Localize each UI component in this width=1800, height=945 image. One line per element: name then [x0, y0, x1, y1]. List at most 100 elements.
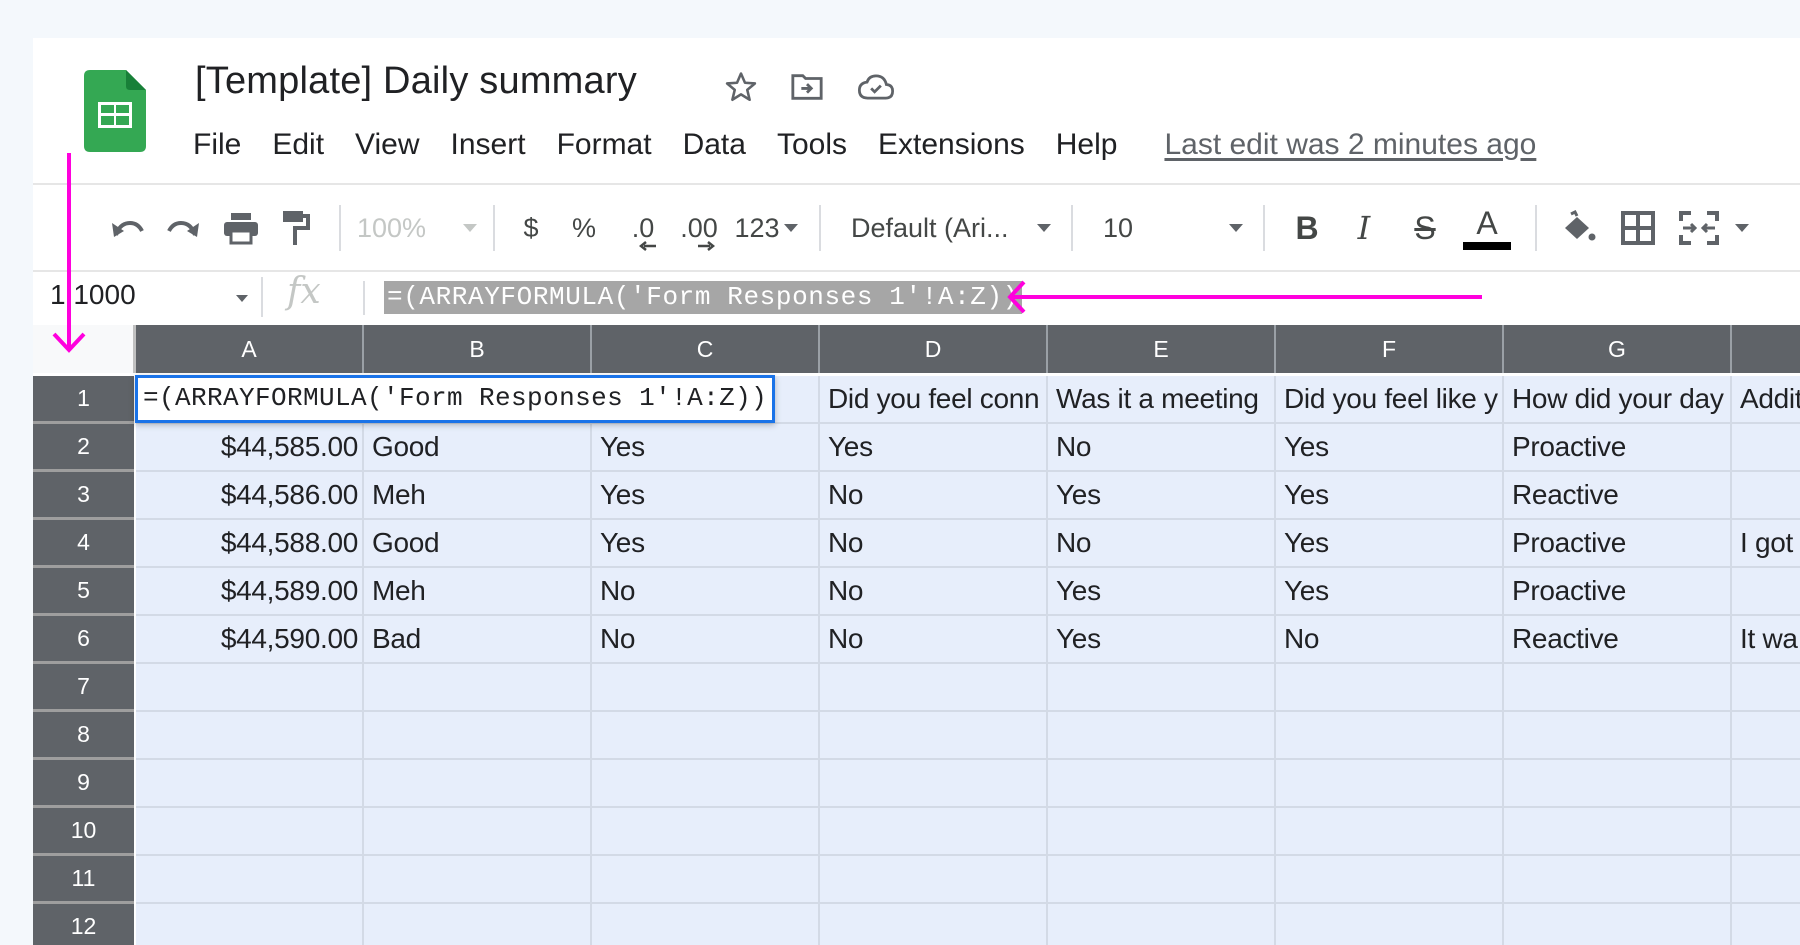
grid-cell[interactable]: Good	[364, 424, 592, 472]
name-box[interactable]: 1:1000	[50, 279, 136, 311]
column-header[interactable]: C	[592, 325, 820, 373]
grid-cell[interactable]: $44,590.00	[136, 616, 364, 664]
grid-cell[interactable]: Yes	[1276, 520, 1504, 568]
grid-cell[interactable]	[592, 664, 820, 712]
grid-cell[interactable]	[1504, 712, 1732, 760]
paint-format-button[interactable]	[269, 203, 323, 253]
borders-button[interactable]	[1605, 203, 1671, 253]
menu-data[interactable]: Data	[683, 128, 746, 162]
menu-view[interactable]: View	[355, 128, 419, 162]
grid-cell[interactable]	[364, 760, 592, 808]
row-header[interactable]: 4	[33, 520, 134, 568]
grid-cell[interactable]: Yes	[1048, 472, 1276, 520]
grid-cell[interactable]: No	[1276, 616, 1504, 664]
row-header[interactable]: 7	[33, 664, 134, 712]
cloud-saved-icon[interactable]	[858, 69, 894, 105]
column-header[interactable]: E	[1048, 325, 1276, 373]
grid-cell[interactable]	[1276, 904, 1504, 945]
grid-cell[interactable]: Yes	[1276, 472, 1504, 520]
grid-cell[interactable]	[1048, 664, 1276, 712]
grid-cell[interactable]	[1504, 664, 1732, 712]
column-header[interactable]: D	[820, 325, 1048, 373]
grid-cell[interactable]: Reactive	[1504, 616, 1732, 664]
grid-cell[interactable]: Was it a meeting	[1048, 376, 1276, 424]
grid-cell[interactable]	[136, 856, 364, 904]
row-header[interactable]: 1	[33, 376, 134, 424]
sheets-logo-icon[interactable]	[84, 70, 146, 152]
grid-cell[interactable]	[364, 904, 592, 945]
decrease-decimal-button[interactable]: .0	[617, 203, 669, 253]
grid-cell[interactable]: Did you feel conn	[820, 376, 1048, 424]
row-header[interactable]: 11	[33, 856, 134, 904]
font-family-select[interactable]: Default (Ari...	[837, 203, 1055, 253]
grid-cell[interactable]	[592, 856, 820, 904]
grid-cell[interactable]: Yes	[592, 424, 820, 472]
grid-cell[interactable]: Proactive	[1504, 520, 1732, 568]
column-header[interactable]: B	[364, 325, 592, 373]
grid-cell[interactable]: No	[592, 616, 820, 664]
merge-cells-button[interactable]	[1671, 203, 1757, 253]
grid-cell[interactable]	[820, 808, 1048, 856]
grid-cell[interactable]: Yes	[592, 472, 820, 520]
grid-cell[interactable]	[1504, 856, 1732, 904]
more-formats-button[interactable]: 123	[729, 203, 803, 253]
grid-cell[interactable]: No	[592, 568, 820, 616]
grid-cell[interactable]	[820, 904, 1048, 945]
bold-button[interactable]: B	[1281, 203, 1333, 253]
strikethrough-button[interactable]: S	[1395, 203, 1455, 253]
italic-button[interactable]: I	[1333, 203, 1395, 253]
grid-cell[interactable]	[1732, 424, 1800, 472]
row-header[interactable]: 2	[33, 424, 134, 472]
grid-cell[interactable]: Yes	[1276, 424, 1504, 472]
row-header[interactable]: 3	[33, 472, 134, 520]
row-header[interactable]: 6	[33, 616, 134, 664]
grid-cell[interactable]	[820, 664, 1048, 712]
grid-cell[interactable]: Proactive	[1504, 568, 1732, 616]
row-header[interactable]: 5	[33, 568, 134, 616]
grid-cell[interactable]	[1048, 904, 1276, 945]
grid-cell[interactable]: Yes	[820, 424, 1048, 472]
formula-input[interactable]: =(ARRAYFORMULA('Form Responses 1'!A:Z))	[384, 281, 1022, 314]
currency-format-button[interactable]: $	[511, 203, 551, 253]
grid-cell[interactable]	[1732, 760, 1800, 808]
grid-cell[interactable]: No	[820, 472, 1048, 520]
grid-cell[interactable]: $44,585.00	[136, 424, 364, 472]
grid-cell[interactable]: I got	[1732, 520, 1800, 568]
column-header[interactable]: G	[1504, 325, 1732, 373]
grid-cell[interactable]: Additi	[1732, 376, 1800, 424]
grid-cell[interactable]: Meh	[364, 472, 592, 520]
menu-tools[interactable]: Tools	[777, 128, 847, 162]
menu-format[interactable]: Format	[557, 128, 652, 162]
grid-cell[interactable]	[364, 712, 592, 760]
grid-cell[interactable]: No	[820, 616, 1048, 664]
grid-cell[interactable]	[1732, 856, 1800, 904]
grid-cell[interactable]	[136, 664, 364, 712]
grid-cell[interactable]	[136, 712, 364, 760]
select-all-corner[interactable]	[33, 325, 136, 373]
menu-insert[interactable]: Insert	[451, 128, 526, 162]
grid-cell[interactable]: No	[1048, 520, 1276, 568]
grid-cell[interactable]: Yes	[1276, 568, 1504, 616]
grid-cell[interactable]	[1276, 664, 1504, 712]
grid-cell[interactable]: Yes	[592, 520, 820, 568]
menu-extensions[interactable]: Extensions	[878, 128, 1025, 162]
grid-cell[interactable]	[1504, 760, 1732, 808]
grid-cell[interactable]: Proactive	[1504, 424, 1732, 472]
grid-cell[interactable]: No	[820, 568, 1048, 616]
grid-cell[interactable]: Did you feel like y	[1276, 376, 1504, 424]
zoom-select[interactable]: 100%	[357, 203, 477, 253]
grid-cell[interactable]	[1732, 664, 1800, 712]
grid-cell[interactable]	[1048, 808, 1276, 856]
grid-cell[interactable]	[136, 904, 364, 945]
grid-cell[interactable]	[364, 808, 592, 856]
grid-cell[interactable]	[1732, 472, 1800, 520]
row-header[interactable]: 9	[33, 760, 134, 808]
grid-cell[interactable]	[136, 808, 364, 856]
grid-cell[interactable]	[1276, 808, 1504, 856]
grid-cell[interactable]: Meh	[364, 568, 592, 616]
grid-cell[interactable]	[1732, 568, 1800, 616]
grid-cell[interactable]: $44,586.00	[136, 472, 364, 520]
grid-cell[interactable]	[820, 760, 1048, 808]
name-box-dropdown-icon[interactable]	[236, 295, 248, 302]
grid-cell[interactable]: $44,588.00	[136, 520, 364, 568]
